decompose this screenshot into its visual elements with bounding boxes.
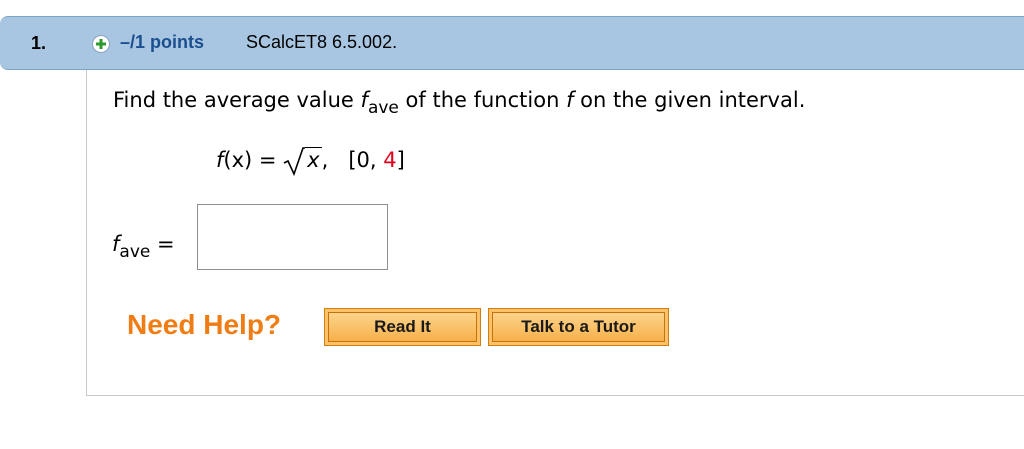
function-equation: f(x) = x, [0, 4] — [216, 147, 405, 176]
read-it-button[interactable]: Read It — [324, 308, 481, 346]
question-prompt: Find the average value fave of the funct… — [113, 88, 806, 118]
points-label: –/1 points — [120, 32, 205, 52]
answer-label: fave = — [112, 232, 175, 262]
talk-to-tutor-button[interactable]: Talk to a Tutor — [488, 308, 669, 346]
interval: [0, 4] — [348, 148, 405, 172]
read-it-label: Read It — [328, 312, 477, 342]
square-root: x — [283, 147, 322, 176]
answer-input[interactable] — [197, 204, 388, 270]
talk-to-tutor-label: Talk to a Tutor — [492, 312, 665, 342]
need-help-label: Need Help? — [127, 309, 282, 340]
plus-circle-icon[interactable] — [92, 35, 110, 53]
question-code: SCalcET8 6.5.002. — [246, 32, 398, 52]
question-header: 1. –/1 points SCalcET8 6.5.002. — [0, 16, 1024, 70]
question-number: 1. — [31, 33, 47, 53]
